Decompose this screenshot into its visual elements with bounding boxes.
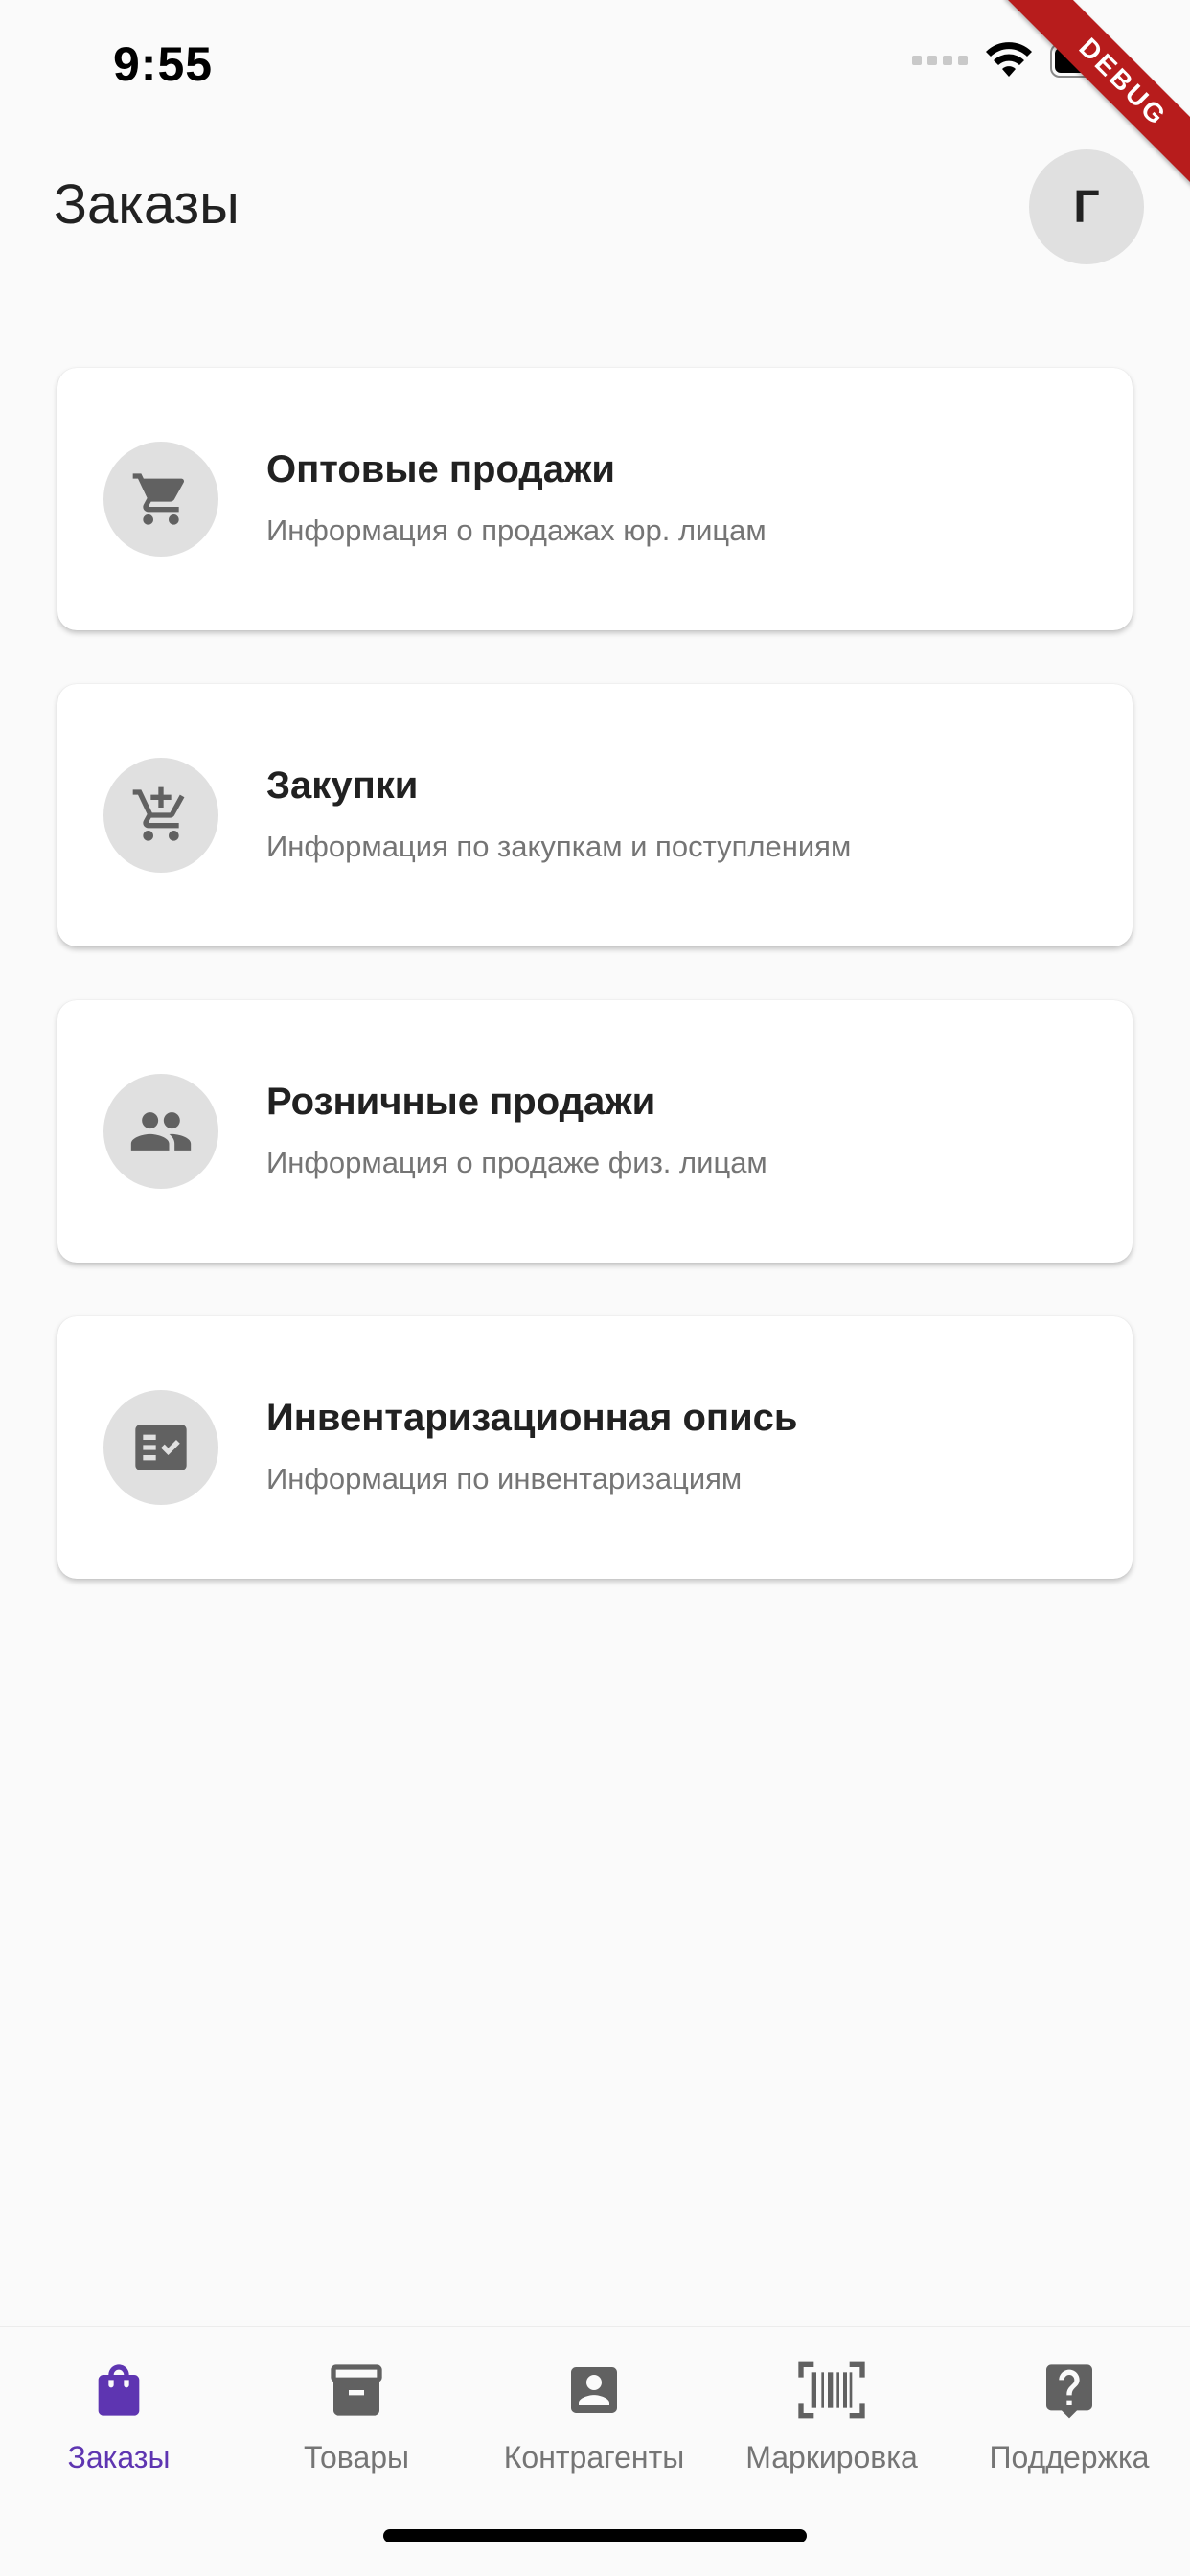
nav-item-support[interactable]: Поддержка	[950, 2356, 1188, 2475]
home-indicator[interactable]	[383, 2529, 807, 2542]
card-wholesale[interactable]: Оптовые продажи Информация о продажах юр…	[57, 368, 1133, 630]
people-icon	[103, 1074, 218, 1189]
account-box-icon	[475, 2356, 713, 2425]
status-time: 9:55	[113, 37, 214, 91]
nav-item-goods[interactable]: Товары	[238, 2356, 475, 2475]
nav-label: Товары	[303, 2440, 410, 2474]
nav-label: Поддержка	[989, 2440, 1150, 2474]
avatar[interactable]: Г	[1029, 149, 1144, 264]
shopping-bag-icon	[0, 2356, 238, 2425]
card-title: Оптовые продажи	[266, 448, 615, 490]
nav-label: Заказы	[67, 2440, 171, 2474]
fact-check-icon	[103, 1390, 218, 1505]
nav-label: Маркировка	[745, 2440, 918, 2474]
page-title: Заказы	[54, 173, 240, 236]
nav-item-orders[interactable]: Заказы	[0, 2356, 238, 2475]
card-purchases[interactable]: Закупки Информация по закупкам и поступл…	[57, 684, 1133, 946]
card-retail[interactable]: Розничные продажи Информация о продаже ф…	[57, 1000, 1133, 1263]
barcode-scanner-icon	[713, 2356, 950, 2425]
card-subtitle: Информация по закупкам и поступлениям	[266, 830, 852, 863]
cellular-signal-icon	[912, 56, 968, 65]
card-subtitle: Информация о продаже физ. лицам	[266, 1146, 767, 1179]
nav-item-counterparties[interactable]: Контрагенты	[475, 2356, 713, 2475]
card-subtitle: Информация по инвентаризациям	[266, 1462, 743, 1495]
card-inventory[interactable]: Инвентаризационная опись Информация по и…	[57, 1316, 1133, 1579]
add-shopping-cart-icon	[103, 758, 218, 873]
app-bar: Заказы Г	[0, 134, 1190, 278]
inventory-box-icon	[238, 2356, 475, 2425]
help-bubble-icon	[950, 2356, 1188, 2425]
card-subtitle: Информация о продажах юр. лицам	[266, 513, 767, 547]
card-title: Инвентаризационная опись	[266, 1397, 798, 1439]
nav-item-marking[interactable]: Маркировка	[713, 2356, 950, 2475]
nav-label: Контрагенты	[503, 2440, 685, 2474]
shopping-cart-icon	[103, 442, 218, 557]
card-title: Закупки	[266, 764, 419, 807]
menu-card-list: Оптовые продажи Информация о продажах юр…	[57, 368, 1133, 1632]
card-title: Розничные продажи	[266, 1081, 656, 1123]
